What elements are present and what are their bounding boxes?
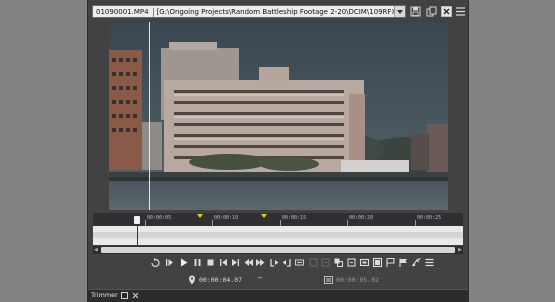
ruler-label: 00:00:25 <box>417 215 442 221</box>
clear-in-icon[interactable] <box>294 257 305 268</box>
docking-tab-bar: Trimmer <box>88 289 468 302</box>
close-window-icon[interactable] <box>441 6 452 17</box>
go-to-end-icon[interactable] <box>230 257 241 268</box>
maximize-icon[interactable] <box>121 292 128 299</box>
menu-icon[interactable] <box>455 6 466 17</box>
mark-out-icon[interactable] <box>281 257 292 268</box>
file-path: [G:\Ongoing Projects\Random Battleship F… <box>156 8 406 16</box>
dropdown-icon[interactable] <box>394 6 405 17</box>
replace-icon[interactable] <box>359 257 370 268</box>
file-path-dropdown[interactable]: 01090001.MP4 [G:\Ongoing Projects\Random … <box>92 5 406 18</box>
transport-controls <box>88 256 468 270</box>
region-icon[interactable] <box>372 257 383 268</box>
snap-icon[interactable] <box>411 257 422 268</box>
mark-in-icon[interactable] <box>269 257 280 268</box>
ruler-label: 00:00:15 <box>282 215 307 221</box>
previous-frame-icon[interactable] <box>243 257 254 268</box>
marker-icon[interactable] <box>385 257 396 268</box>
file-name: 01090001.MP4 <box>96 8 149 16</box>
track-band <box>93 232 463 238</box>
copy-icon[interactable] <box>426 6 437 17</box>
overwrite-icon[interactable] <box>333 257 344 268</box>
tab-trimmer[interactable]: Trimmer <box>91 290 118 301</box>
ruler-label: 00:00:05 <box>147 215 172 221</box>
selection-length-icon <box>324 276 333 284</box>
title-bar: 01090001.MP4 [G:\Ongoing Projects\Random … <box>88 5 468 19</box>
time-display-row: 00:00:04.07 ⌐ 00:00:05.02 <box>88 273 468 287</box>
location-pin-icon <box>189 275 195 285</box>
out-point-marker[interactable] <box>261 214 267 218</box>
clear-out-icon[interactable] <box>308 257 319 268</box>
insert-icon[interactable] <box>346 257 357 268</box>
pause-icon[interactable] <box>192 257 203 268</box>
duration-time: 00:00:05.02 <box>336 276 380 284</box>
loop-icon[interactable] <box>150 257 161 268</box>
ruler-label: 00:00:20 <box>349 215 374 221</box>
next-frame-icon[interactable] <box>255 257 266 268</box>
close-tab-icon[interactable] <box>132 292 139 299</box>
scroll-thumb[interactable] <box>101 247 455 253</box>
video-frame-image <box>109 22 448 210</box>
timeline-ruler[interactable]: 00:00:05 00:00:10 00:00:15 00:00:20 00:0… <box>93 213 463 226</box>
add-to-timeline-icon[interactable] <box>320 257 331 268</box>
scroll-right-icon[interactable]: ▶ <box>458 247 462 253</box>
scroll-left-icon[interactable]: ◀ <box>94 247 98 253</box>
save-icon[interactable] <box>410 6 421 17</box>
list-icon[interactable] <box>424 257 435 268</box>
playhead-line <box>137 226 138 245</box>
trimmer-panel: 01090001.MP4 [G:\Ongoing Projects\Random … <box>88 0 468 302</box>
stop-icon[interactable] <box>205 257 216 268</box>
playhead[interactable] <box>134 216 140 224</box>
current-time[interactable]: 00:00:04.07 <box>199 276 242 284</box>
go-to-start-icon[interactable] <box>218 257 229 268</box>
separator <box>152 7 154 17</box>
video-preview[interactable] <box>109 22 448 210</box>
horizontal-scrollbar[interactable]: ◀ ▶ <box>93 246 463 254</box>
flag-icon[interactable] <box>398 257 409 268</box>
in-point-marker[interactable] <box>197 214 203 218</box>
play-from-start-icon[interactable] <box>164 257 175 268</box>
play-icon[interactable] <box>178 257 189 268</box>
corner-mark-icon: ⌐ <box>258 274 263 282</box>
ruler-label: 00:00:10 <box>214 215 239 221</box>
trim-track[interactable] <box>93 226 463 245</box>
